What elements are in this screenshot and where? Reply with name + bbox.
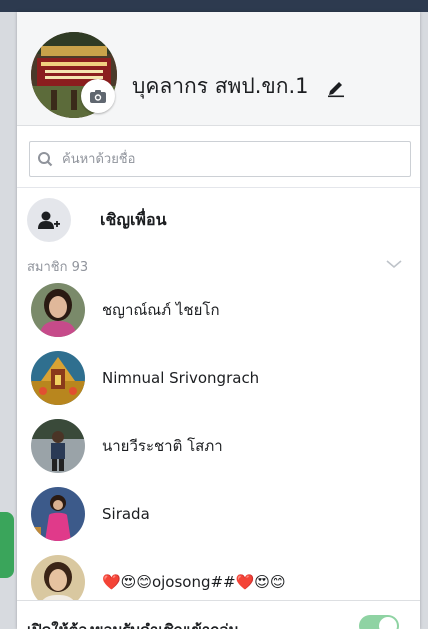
change-photo-button[interactable] — [81, 79, 115, 113]
divider — [17, 187, 420, 188]
background-right — [420, 12, 428, 629]
avatar — [31, 419, 85, 473]
member-row[interactable]: ชญาณ์ณภ์ ไชยโก — [31, 282, 391, 338]
member-name: ❤️😍😊ojosong##❤️😍😊 — [102, 573, 286, 591]
member-row[interactable]: นายวีระชาติ โสภา — [31, 418, 391, 474]
member-name: Sirada — [102, 505, 150, 523]
invite-label: เชิญเพื่อน — [100, 209, 167, 229]
search-input[interactable] — [60, 144, 410, 174]
members-section-header[interactable]: สมาชิก 93 — [27, 256, 407, 276]
approval-setting-row: เปิดให้ต้องยอมรับคำเชิญเข้ากลุ่ม — [17, 600, 420, 629]
avatar — [31, 351, 85, 405]
members-count: สมาชิก 93 — [27, 259, 89, 275]
member-name: นายวีระชาติ โสภา — [102, 437, 223, 455]
background-green-accent — [0, 512, 14, 578]
add-person-icon — [38, 211, 60, 229]
avatar — [31, 283, 85, 337]
top-bar — [0, 0, 428, 12]
member-row[interactable]: Nimnual Srivongrach — [31, 350, 391, 406]
edit-name-button[interactable] — [326, 78, 346, 98]
member-name: ชญาณ์ณภ์ ไชยโก — [102, 301, 220, 319]
chevron-down-icon[interactable] — [385, 258, 403, 270]
group-name: บุคลากร สพป.ขก.1 — [132, 74, 309, 98]
member-search-box[interactable] — [29, 141, 411, 177]
toggle-knob — [379, 617, 397, 629]
pencil-icon — [328, 82, 344, 98]
invite-icon-circle — [27, 198, 71, 242]
member-name: Nimnual Srivongrach — [102, 369, 260, 387]
search-icon — [38, 152, 53, 167]
member-row[interactable]: Sirada — [31, 486, 391, 542]
group-members-panel: บุคลากร สพป.ขก.1 เชิญเพื่อน สมาชิก 9 — [17, 12, 420, 629]
approval-toggle[interactable] — [359, 615, 399, 629]
group-header: บุคลากร สพป.ขก.1 — [17, 12, 420, 126]
avatar — [31, 487, 85, 541]
invite-friends-button[interactable]: เชิญเพื่อน — [27, 192, 407, 248]
camera-icon — [90, 89, 106, 103]
approval-setting-label: เปิดให้ต้องยอมรับคำเชิญเข้ากลุ่ม — [27, 618, 238, 629]
